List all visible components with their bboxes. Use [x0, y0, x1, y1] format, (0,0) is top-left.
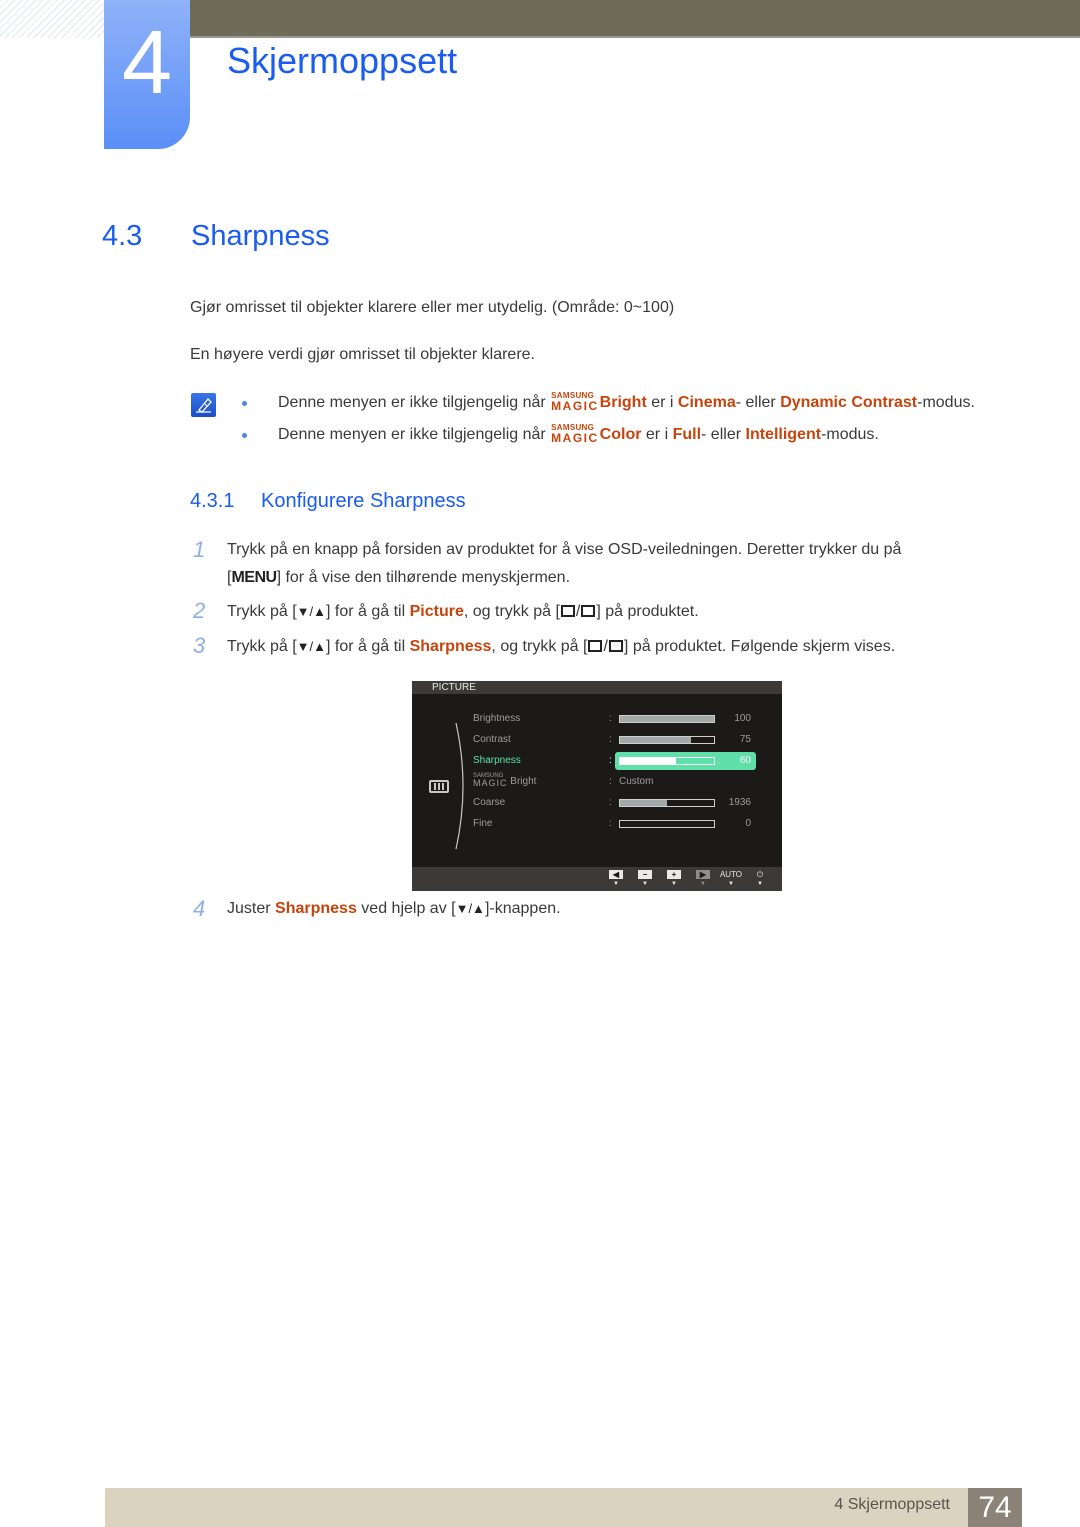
enter-button-icon: [608, 640, 623, 652]
samsung-magic-logo: SAMSUNG MAGIC: [551, 391, 599, 413]
right-arrow-icon: ▶: [696, 870, 710, 879]
chapter-number: 4: [121, 13, 173, 113]
osd-header: PICTURE: [412, 681, 782, 694]
subsection-number: 4.3.1: [190, 490, 235, 512]
step-number: 1: [193, 537, 206, 562]
osd-row-fine: Fine : 0: [473, 818, 751, 829]
minus-icon: −: [638, 870, 652, 879]
step-text: Trykk på en knapp på forsiden av produkt…: [227, 541, 902, 558]
samsung-magic-logo: SAMSUNG MAGIC: [551, 423, 599, 445]
left-arrow-icon: ◀: [609, 870, 623, 879]
note-text: Denne menyen er ikke tilgjengelig når: [278, 394, 546, 411]
osd-slider: [619, 736, 715, 744]
osd-slider: [619, 799, 715, 807]
osd-slider: [619, 715, 715, 723]
menu-target: Picture: [409, 603, 464, 620]
osd-row-magic-bright: SAMSUNG MAGIC Bright : Custom: [473, 773, 654, 788]
osd-title: PICTURE: [432, 682, 476, 693]
osd-row-coarse: Coarse : 1936: [473, 797, 751, 808]
note-feature: Color: [599, 426, 642, 443]
note-option: Cinema: [677, 394, 736, 411]
osd-power-button: ⏻ ▼: [752, 870, 768, 889]
step-text: [MENU] for å vise den tilhørende menyskj…: [227, 569, 571, 586]
down-up-arrows-icon: ▼/▲: [296, 604, 326, 619]
bullet-icon: [242, 401, 247, 406]
note-item: Denne menyen er ikke tilgjengelig når SA…: [278, 391, 975, 413]
note-item: Denne menyen er ikke tilgjengelig når SA…: [278, 423, 879, 445]
page-footer: 4 Skjermoppsett 74: [105, 1488, 1022, 1527]
menu-target: Sharpness: [409, 638, 492, 655]
note-option: Intelligent: [745, 426, 822, 443]
osd-right-button: ▶ ▼: [695, 870, 711, 889]
osd-menu-screenshot: PICTURE Brightness : 100 Contrast : 75 S…: [412, 681, 782, 891]
intro-paragraph-1: Gjør omrisset til objekter klarere eller…: [190, 299, 675, 316]
osd-auto-button: AUTO ▼: [719, 870, 743, 887]
subsection-title: Konfigurere Sharpness: [261, 490, 466, 512]
osd-minus-button: − ▼: [637, 870, 653, 889]
note-option: Dynamic Contrast: [780, 394, 918, 411]
intro-paragraph-2: En høyere verdi gjør omrisset til objekt…: [190, 346, 535, 363]
note-icon: [191, 393, 216, 417]
source-button-icon: [588, 640, 603, 652]
osd-row-brightness: Brightness : 100: [473, 713, 751, 724]
page-number: 74: [968, 1488, 1022, 1527]
step-text: Trykk på [▼/▲] for å gå til Picture, og …: [227, 603, 699, 620]
step-text: Juster Sharpness ved hjelp av [▼/▲]-knap…: [227, 900, 561, 917]
step-number: 4: [193, 896, 206, 921]
note-feature: Bright: [599, 394, 647, 411]
bullet-icon: [242, 433, 247, 438]
header-hatch-pattern: [0, 0, 104, 38]
menu-key: MENU: [231, 569, 277, 586]
enter-button-icon: [581, 605, 596, 617]
header-bar: [190, 0, 1080, 38]
chapter-title: Skjermoppsett: [227, 40, 458, 81]
osd-row-sharpness: Sharpness : 60: [412, 752, 782, 770]
note-text: Denne menyen er ikke tilgjengelig når: [278, 426, 546, 443]
down-up-arrows-icon: ▼/▲: [296, 639, 326, 654]
osd-row-contrast: Contrast : 75: [473, 734, 751, 745]
step-number: 2: [193, 598, 206, 623]
osd-left-button: ◀ ▼: [608, 870, 624, 889]
section-number: 4.3: [102, 220, 143, 252]
osd-button-bar: ◀ ▼ − ▼ + ▼ ▶ ▼ AUTO ▼ ⏻ ▼: [412, 867, 782, 891]
menu-target: Sharpness: [275, 900, 357, 917]
plus-icon: +: [667, 870, 681, 879]
step-text: Trykk på [▼/▲] for å gå til Sharpness, o…: [227, 638, 896, 655]
footer-chapter-label: 4 Skjermoppsett: [834, 1496, 950, 1513]
osd-plus-button: + ▼: [666, 870, 682, 889]
chapter-tab: 4: [104, 0, 190, 149]
section-title: Sharpness: [191, 220, 330, 252]
osd-slider: [619, 757, 715, 765]
down-up-arrows-icon: ▼/▲: [455, 901, 485, 916]
source-button-icon: [560, 605, 575, 617]
samsung-magic-logo: SAMSUNG MAGIC: [473, 773, 508, 788]
power-icon: ⏻: [756, 870, 764, 879]
step-number: 3: [193, 633, 206, 658]
note-option: Full: [672, 426, 702, 443]
osd-slider: [619, 820, 715, 828]
